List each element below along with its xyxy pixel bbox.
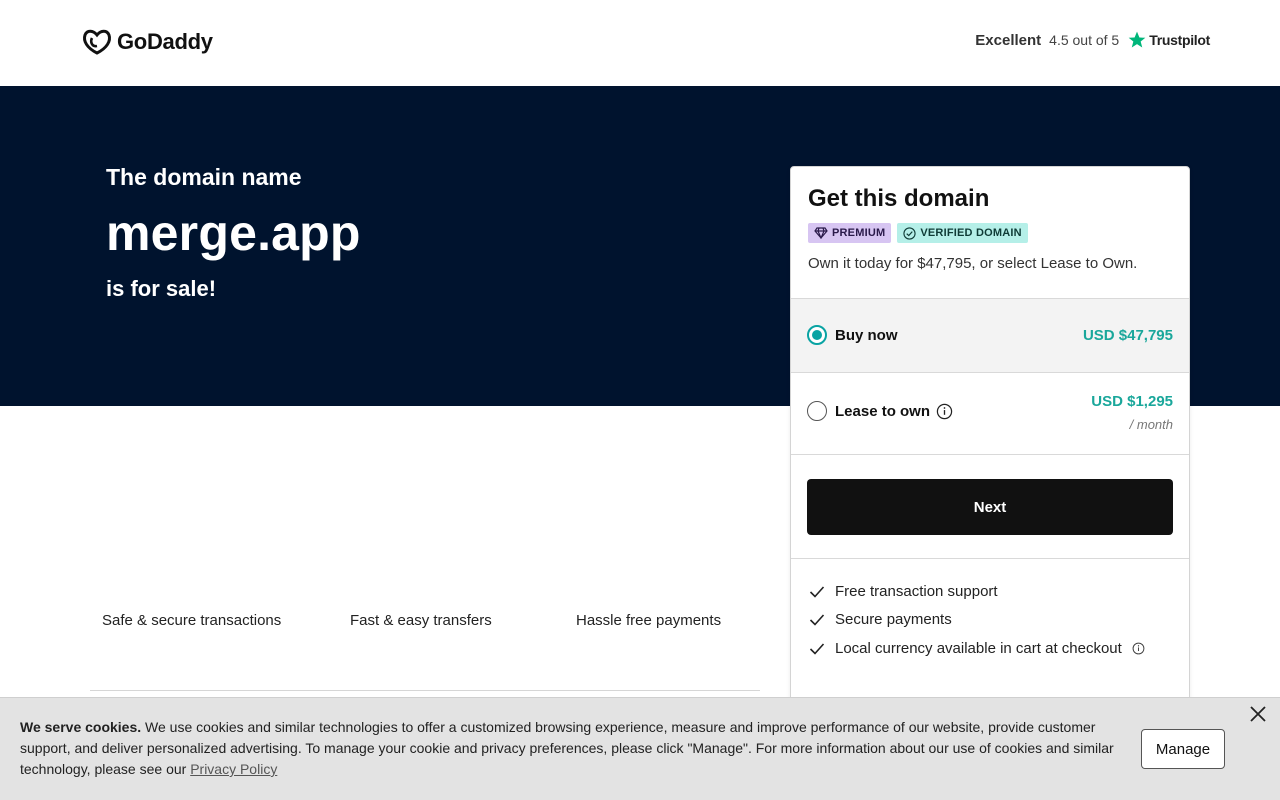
manage-cookies-button[interactable]: Manage xyxy=(1141,729,1225,769)
perk-item: Free transaction support xyxy=(809,583,998,600)
perk-item: Local currency available in cart at chec… xyxy=(809,640,1145,657)
check-icon xyxy=(809,585,825,598)
info-icon[interactable] xyxy=(936,403,953,420)
buy-now-label: Buy now xyxy=(835,327,898,344)
domain-name: merge.app xyxy=(106,205,361,261)
hero-pretitle: The domain name xyxy=(106,164,302,190)
buy-now-radio[interactable] xyxy=(807,325,827,345)
godaddy-logo-icon xyxy=(83,29,111,55)
next-section: Next xyxy=(791,454,1189,558)
option-buy-now[interactable]: Buy now USD $47,795 xyxy=(791,298,1189,372)
lease-radio[interactable] xyxy=(807,401,827,421)
premium-badge-label: PREMIUM xyxy=(832,227,886,239)
cookie-banner: We serve cookies. We use cookies and sim… xyxy=(0,697,1280,800)
features-divider xyxy=(90,690,760,691)
premium-badge: PREMIUM xyxy=(808,223,892,243)
diamond-icon xyxy=(814,227,828,239)
privacy-policy-link[interactable]: Privacy Policy xyxy=(190,761,277,777)
feature-payments: Hassle free payments xyxy=(576,612,722,629)
rating-word: Excellent xyxy=(975,31,1042,49)
brand-name: GoDaddy xyxy=(117,29,213,54)
lease-per-month: / month xyxy=(1129,417,1173,432)
feature-transfers: Fast & easy transfers xyxy=(350,612,492,629)
option-lease-to-own[interactable]: Lease to own USD $1,295 / month xyxy=(791,372,1189,454)
card-title: Get this domain xyxy=(808,185,990,212)
cookie-message: We serve cookies. We use cookies and sim… xyxy=(20,717,1130,780)
badges: PREMIUM VERIFIED DOMAIN xyxy=(808,223,1028,243)
info-icon[interactable] xyxy=(1132,642,1145,655)
site-header: GoDaddy Excellent 4.5 out of 5 Trustpilo… xyxy=(0,0,1280,86)
next-button[interactable]: Next xyxy=(807,479,1173,535)
feature-secure: Safe & secure transactions xyxy=(102,612,282,629)
lease-price: USD $1,295 xyxy=(1091,393,1173,410)
lease-label: Lease to own xyxy=(835,403,953,420)
rating-score: 4.5 out of 5 xyxy=(1049,32,1120,48)
check-icon xyxy=(809,613,825,626)
check-circle-icon xyxy=(903,226,916,240)
verified-badge: VERIFIED DOMAIN xyxy=(897,223,1028,243)
cookie-heading: We serve cookies. xyxy=(20,719,142,735)
trustpilot-name: Trustpilot xyxy=(1149,32,1210,48)
purchase-card: Get this domain PREMIUM VERIFIED DOMAIN … xyxy=(790,166,1190,726)
check-icon xyxy=(809,642,825,655)
trustpilot-logo: Trustpilot xyxy=(1127,30,1210,50)
cookie-body: We use cookies and similar technologies … xyxy=(20,719,1114,777)
close-icon[interactable] xyxy=(1248,704,1268,724)
card-description: Own it today for $47,795, or select Leas… xyxy=(808,255,1138,272)
perk-item: Secure payments xyxy=(809,611,952,628)
star-icon xyxy=(1128,31,1146,48)
godaddy-logo[interactable]: GoDaddy xyxy=(81,28,213,56)
buy-now-price: USD $47,795 xyxy=(1082,327,1173,344)
trustpilot-rating[interactable]: Excellent 4.5 out of 5 Trustpilot xyxy=(975,30,1210,50)
hero-posttitle: is for sale! xyxy=(106,276,217,301)
verified-badge-label: VERIFIED DOMAIN xyxy=(920,227,1022,239)
